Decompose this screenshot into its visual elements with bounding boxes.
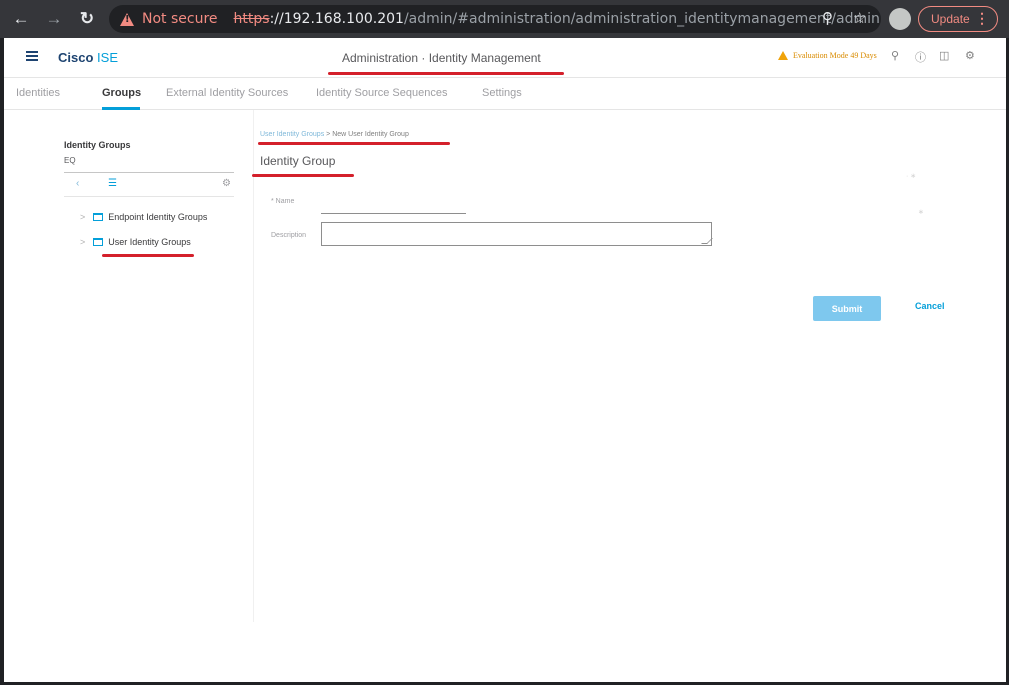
- warning-icon: [778, 51, 788, 60]
- description-field[interactable]: [321, 222, 713, 246]
- tab-groups[interactable]: Groups: [102, 87, 141, 99]
- submit-button[interactable]: Submit: [813, 296, 881, 321]
- decorative-dot: ∗: [918, 209, 924, 216]
- gear-icon[interactable]: ⚙: [965, 49, 975, 62]
- forward-arrow-icon[interactable]: →: [43, 8, 65, 30]
- gear-icon[interactable]: ⚙: [222, 178, 231, 189]
- notifications-icon[interactable]: ◫: [939, 49, 949, 62]
- url-scheme: https: [233, 11, 270, 27]
- update-label: Update: [931, 12, 970, 26]
- back-arrow-icon[interactable]: ←: [10, 8, 32, 30]
- tab-identities[interactable]: Identities: [16, 87, 60, 99]
- warning-icon: [120, 12, 134, 26]
- url-host: ://192.168.100.201: [269, 11, 404, 27]
- page-heading: Administration · Identity Management: [342, 51, 541, 65]
- annotation-underline: [258, 142, 450, 145]
- sidebar-item-user-identity-groups[interactable]: > User Identity Groups: [80, 237, 191, 247]
- tab-external-identity-sources[interactable]: External Identity Sources: [166, 87, 288, 99]
- star-icon[interactable]: ☆: [853, 9, 866, 27]
- annotation-underline: [252, 174, 354, 177]
- breadcrumb-current: New User Identity Group: [332, 131, 409, 138]
- annotation-underline: [328, 72, 564, 75]
- update-button[interactable]: Update ⋮: [918, 6, 998, 32]
- app-header: Cisco ISE Administration · Identity Mana…: [4, 38, 1006, 78]
- description-label: Description: [271, 232, 307, 239]
- address-bar[interactable]: Not secure https://192.168.100.201/admin…: [109, 5, 881, 33]
- collapse-icon[interactable]: ‹: [76, 178, 79, 189]
- browser-toolbar: ← → ↻ Not secure https://192.168.100.201…: [0, 0, 1009, 38]
- toolbar-divider: [64, 196, 234, 197]
- tree-icon[interactable]: ☰: [108, 178, 117, 189]
- folder-icon: [93, 238, 104, 246]
- app-window: Cisco ISE Administration · Identity Mana…: [4, 38, 1006, 682]
- folder-icon: [93, 213, 104, 221]
- sidebar-item-label: Endpoint Identity Groups: [108, 212, 208, 222]
- resize-handle-icon[interactable]: [701, 238, 713, 244]
- cancel-button[interactable]: Cancel: [915, 301, 945, 311]
- search-underline: [64, 172, 234, 173]
- sidebar-search-input[interactable]: EQ: [64, 156, 204, 165]
- profile-avatar-icon[interactable]: [889, 8, 911, 30]
- sidebar-item-label: User Identity Groups: [108, 237, 191, 247]
- evaluation-text: Evaluation Mode 49 Days: [793, 51, 877, 60]
- url-path: /admin/#administration/administration_id…: [403, 11, 881, 27]
- breadcrumb: User Identity Groups > New User Identity…: [260, 131, 409, 138]
- breadcrumb-parent-link[interactable]: User Identity Groups: [260, 131, 324, 138]
- chevron-right-icon: >: [80, 212, 86, 222]
- menu-dots-icon: ⋮: [975, 10, 989, 26]
- decorative-dot: · ∗: [906, 173, 917, 180]
- search-icon[interactable]: ⚲: [891, 49, 899, 62]
- not-secure-label: Not secure: [142, 11, 218, 27]
- name-label: * Name: [271, 198, 295, 205]
- chevron-right-icon: >: [80, 237, 86, 247]
- tab-identity-source-sequences[interactable]: Identity Source Sequences: [316, 87, 447, 99]
- sidebar-item-endpoint-identity-groups[interactable]: > Endpoint Identity Groups: [80, 212, 207, 222]
- form-title: Identity Group: [260, 154, 336, 168]
- evaluation-notice[interactable]: Evaluation Mode 49 Days: [778, 51, 877, 60]
- sidebar-title: Identity Groups: [64, 140, 131, 150]
- tab-settings[interactable]: Settings: [482, 87, 522, 99]
- breadcrumb-separator: >: [326, 131, 331, 138]
- hamburger-icon[interactable]: [26, 51, 38, 61]
- annotation-underline: [102, 254, 194, 257]
- brand-primary: Cisco: [58, 50, 94, 65]
- help-icon[interactable]: ⓘ: [915, 49, 926, 65]
- zoom-icon[interactable]: ⚲: [822, 9, 833, 27]
- reload-icon[interactable]: ↻: [76, 8, 98, 30]
- sidebar: Identity Groups EQ ‹ ☰ ⚙ > Endpoint Iden…: [24, 110, 254, 622]
- name-field[interactable]: [321, 213, 466, 214]
- tab-bar: Identities Groups External Identity Sour…: [4, 78, 1006, 110]
- brand-secondary: ISE: [97, 50, 118, 65]
- brand-logo: Cisco ISE: [58, 50, 118, 65]
